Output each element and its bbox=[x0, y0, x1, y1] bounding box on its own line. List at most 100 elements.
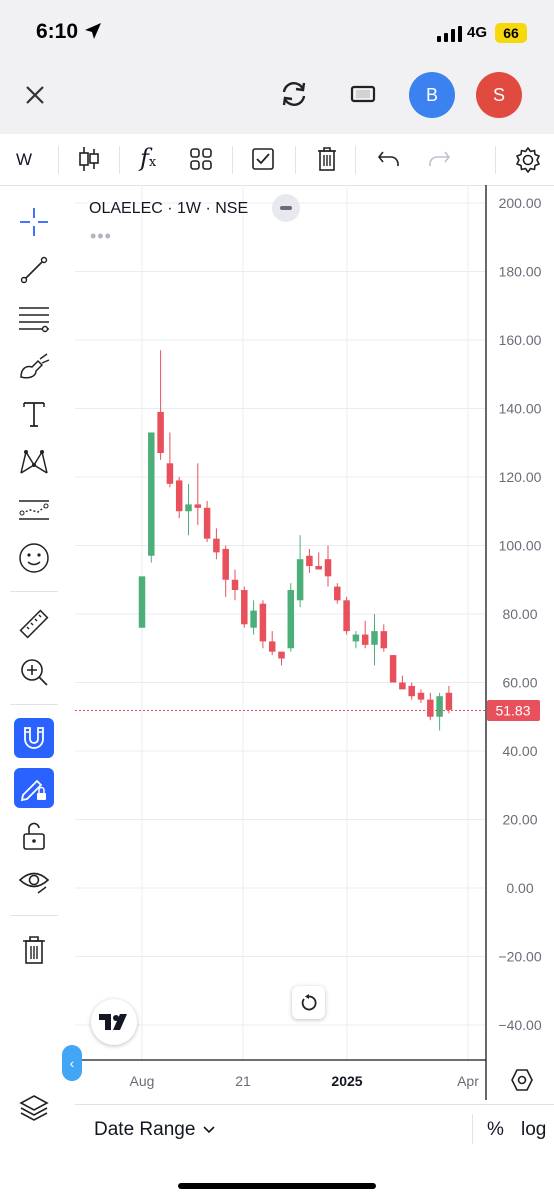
symbol-legend[interactable]: OLAELEC · 1W · NSE bbox=[89, 200, 248, 218]
axis-settings-icon[interactable] bbox=[510, 1068, 534, 1092]
chart-grid bbox=[75, 185, 486, 1060]
toolbar-divider bbox=[355, 146, 356, 174]
forecast-tool[interactable] bbox=[14, 490, 54, 530]
lock-drawing-tool[interactable] bbox=[14, 768, 54, 808]
candles-icon[interactable] bbox=[78, 146, 100, 172]
candle bbox=[324, 545, 332, 587]
candle bbox=[250, 600, 257, 635]
emoji-tool[interactable] bbox=[14, 538, 54, 578]
percent-toggle[interactable]: % bbox=[487, 1119, 504, 1141]
magnet-icon bbox=[24, 727, 44, 749]
ruler-icon bbox=[19, 609, 49, 639]
y-tick-label: 40.00 bbox=[502, 743, 537, 759]
fullscreen-icon[interactable] bbox=[350, 84, 376, 104]
candles-group bbox=[138, 350, 453, 731]
candle bbox=[296, 535, 304, 608]
candle-body bbox=[343, 600, 350, 632]
reset-chart-button[interactable] bbox=[292, 986, 325, 1019]
avatar-s[interactable]: S bbox=[476, 72, 522, 118]
x-tick-label: 21 bbox=[235, 1073, 251, 1089]
candle bbox=[259, 600, 267, 649]
candle-body bbox=[175, 480, 183, 512]
candle-body bbox=[250, 610, 257, 628]
trendline-tool[interactable] bbox=[14, 250, 54, 290]
redo-icon[interactable] bbox=[427, 150, 451, 168]
layers-button[interactable] bbox=[16, 1090, 52, 1131]
candle-body bbox=[371, 631, 378, 645]
avatar-b[interactable]: B bbox=[409, 72, 455, 118]
candle bbox=[287, 583, 295, 652]
time-axis: Aug 21 2025 Apr bbox=[130, 1073, 480, 1089]
interval-selector[interactable]: W bbox=[16, 150, 32, 170]
home-indicator bbox=[178, 1183, 376, 1189]
candle-body bbox=[436, 696, 443, 717]
unlock-tool[interactable] bbox=[14, 816, 54, 856]
tv-logo-icon bbox=[99, 1014, 127, 1030]
candle bbox=[185, 483, 192, 536]
candle bbox=[203, 500, 211, 543]
collapse-legend-button[interactable] bbox=[272, 194, 300, 222]
more-dots-icon[interactable]: ••• bbox=[90, 226, 112, 247]
candle-body bbox=[408, 685, 415, 697]
candle-body bbox=[306, 555, 313, 567]
templates-icon[interactable] bbox=[190, 148, 212, 170]
undo-icon[interactable] bbox=[377, 150, 401, 168]
ruler-tool[interactable] bbox=[14, 604, 54, 644]
prediction-icon bbox=[19, 500, 49, 520]
settings-gear-icon[interactable] bbox=[514, 146, 542, 174]
text-icon bbox=[23, 402, 45, 427]
y-tick-label: 20.00 bbox=[502, 812, 537, 828]
candle bbox=[343, 596, 350, 635]
crosshair-icon bbox=[20, 208, 48, 236]
candle-body bbox=[361, 634, 369, 645]
zoom-in-icon bbox=[21, 659, 48, 686]
checkbox-icon[interactable] bbox=[252, 148, 274, 170]
tradingview-logo[interactable] bbox=[91, 999, 137, 1045]
brush-tool[interactable] bbox=[14, 346, 54, 386]
candle bbox=[361, 620, 369, 649]
candle-body bbox=[148, 432, 155, 556]
close-icon[interactable] bbox=[24, 84, 46, 106]
candle bbox=[241, 586, 248, 628]
candle-body bbox=[185, 504, 192, 512]
candle bbox=[352, 631, 360, 649]
y-tick-label: 160.00 bbox=[499, 332, 542, 348]
candle bbox=[278, 651, 285, 666]
price-chart[interactable]: 200.00 180.00 160.00 140.00 120.00 100.00 80.0… bbox=[75, 185, 554, 1100]
zoom-tool[interactable] bbox=[14, 652, 54, 692]
trash-icon[interactable] bbox=[316, 146, 338, 172]
remove-drawings-tool[interactable] bbox=[14, 930, 54, 970]
tools-divider bbox=[10, 591, 58, 592]
candle bbox=[445, 685, 453, 714]
expand-toolbar-tab[interactable]: ‹ bbox=[62, 1045, 82, 1081]
text-tool[interactable] bbox=[14, 394, 54, 434]
visibility-tool[interactable] bbox=[14, 862, 54, 902]
magnet-tool[interactable] bbox=[14, 718, 54, 758]
status-bar: 6:10 4G 66 bbox=[0, 0, 554, 62]
indicators-icon[interactable]: fx bbox=[140, 144, 156, 172]
toolbar-divider bbox=[295, 146, 296, 174]
candle bbox=[408, 682, 415, 700]
network-type: 4G bbox=[467, 24, 488, 41]
candle-body bbox=[380, 631, 388, 649]
pattern-tool[interactable] bbox=[14, 442, 54, 482]
y-tick-label: 120.00 bbox=[499, 469, 542, 485]
candle bbox=[399, 675, 406, 690]
signal-icon bbox=[437, 26, 462, 42]
candle bbox=[427, 692, 434, 721]
candle bbox=[315, 552, 322, 570]
xabcd-pattern-icon bbox=[20, 450, 48, 474]
crosshair-tool[interactable] bbox=[14, 202, 54, 242]
candle bbox=[380, 624, 388, 652]
refresh-icon[interactable] bbox=[278, 78, 310, 110]
log-toggle[interactable]: log bbox=[521, 1119, 546, 1141]
chart-toolbar: W fx bbox=[0, 134, 554, 186]
candle-body bbox=[203, 507, 211, 539]
date-range-dropdown[interactable]: Date Range bbox=[94, 1119, 215, 1141]
candle-body bbox=[315, 566, 322, 570]
candle bbox=[417, 689, 425, 704]
tools-divider bbox=[10, 915, 58, 916]
fib-tool[interactable] bbox=[14, 298, 54, 338]
candle bbox=[306, 548, 313, 573]
candle bbox=[166, 432, 174, 488]
